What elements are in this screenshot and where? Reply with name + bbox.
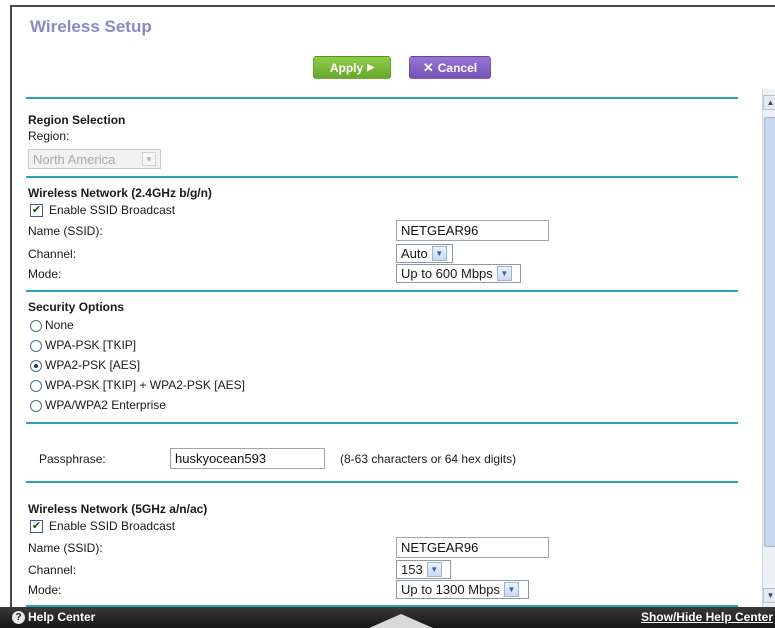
wireless24-heading: Wireless Network (2.4GHz b/g/n) bbox=[28, 186, 212, 200]
footer-bar: ? Help Center Show/Hide Help Center bbox=[0, 607, 775, 628]
page-title: Wireless Setup bbox=[30, 17, 152, 36]
security-option-wpa2-psk-aes[interactable]: WPA2-PSK [AES] bbox=[30, 358, 140, 372]
wireless24-mode-label: Mode: bbox=[28, 267, 62, 281]
radio-icon[interactable] bbox=[30, 319, 42, 332]
wireless5-mode-select[interactable]: Up to 1300 Mbps ▼ bbox=[396, 580, 529, 599]
option-label: WPA/WPA2 Enterprise bbox=[45, 398, 166, 412]
ssid-value: NETGEAR96 bbox=[401, 540, 479, 555]
security-option-wpa-wpa2-mixed[interactable]: WPA-PSK [TKIP] + WPA2-PSK [AES] bbox=[30, 378, 245, 392]
section-divider bbox=[26, 422, 738, 424]
security-option-none[interactable]: None bbox=[30, 318, 74, 332]
radio-icon[interactable] bbox=[30, 359, 42, 372]
passphrase-label: Passphrase: bbox=[39, 452, 106, 466]
section-divider bbox=[26, 176, 738, 178]
chevron-down-icon[interactable]: ▼ bbox=[504, 582, 520, 597]
passphrase-input[interactable]: huskyocean593 bbox=[170, 448, 325, 469]
section-divider bbox=[26, 481, 738, 483]
help-center-label: Help Center bbox=[28, 610, 96, 624]
checkbox-icon[interactable]: ✔ bbox=[30, 204, 43, 218]
cancel-label: Cancel bbox=[437, 60, 478, 75]
question-icon: ? bbox=[12, 610, 25, 624]
security-option-wpa-psk-tkip[interactable]: WPA-PSK [TKIP] bbox=[30, 338, 136, 352]
chevron-down-icon[interactable]: ▼ bbox=[496, 266, 512, 281]
wireless24-channel-select[interactable]: Auto ▼ bbox=[396, 244, 453, 263]
checkbox-icon[interactable]: ✔ bbox=[30, 520, 43, 534]
chevron-down-icon[interactable]: ▼ bbox=[426, 562, 442, 577]
passphrase-hint: (8-63 characters or 64 hex digits) bbox=[340, 452, 517, 466]
channel-value: 153 bbox=[401, 562, 423, 577]
region-label: Region: bbox=[28, 129, 70, 143]
wireless5-channel-label: Channel: bbox=[28, 563, 77, 577]
radio-icon[interactable] bbox=[30, 379, 42, 392]
wireless24-name-label: Name (SSID): bbox=[28, 224, 103, 238]
region-select: North America ▼ bbox=[28, 149, 161, 169]
option-label: WPA-PSK [TKIP] + WPA2-PSK [AES] bbox=[45, 378, 245, 392]
radio-icon[interactable] bbox=[30, 399, 42, 412]
settings-content: Region Selection Region: North America ▼… bbox=[26, 99, 738, 607]
security-option-enterprise[interactable]: WPA/WPA2 Enterprise bbox=[30, 398, 166, 412]
passphrase-value: huskyocean593 bbox=[175, 451, 267, 466]
help-center-link[interactable]: ? Help Center bbox=[12, 610, 95, 624]
wireless5-name-label: Name (SSID): bbox=[28, 541, 103, 555]
wireless5-channel-select[interactable]: 153 ▼ bbox=[396, 560, 451, 579]
wireless24-ssid-broadcast[interactable]: ✔ Enable SSID Broadcast bbox=[30, 203, 176, 218]
vertical-scrollbar[interactable]: ▲ ▼ bbox=[762, 89, 775, 607]
wireless24-mode-select[interactable]: Up to 600 Mbps ▼ bbox=[396, 264, 521, 283]
region-heading: Region Selection bbox=[28, 113, 126, 127]
play-icon: ▶ bbox=[367, 62, 375, 72]
mode-value: Up to 1300 Mbps bbox=[401, 582, 501, 597]
channel-value: Auto bbox=[401, 246, 428, 261]
section-divider bbox=[26, 290, 738, 292]
enable-ssid-label: Enable SSID Broadcast bbox=[49, 203, 176, 217]
apply-label: Apply bbox=[329, 60, 364, 75]
wireless5-ssid-input[interactable]: NETGEAR96 bbox=[396, 537, 549, 558]
apply-button[interactable]: Apply ▶ bbox=[313, 56, 391, 79]
expand-arrow-icon[interactable] bbox=[369, 614, 433, 628]
wireless5-ssid-broadcast[interactable]: ✔ Enable SSID Broadcast bbox=[30, 519, 176, 534]
show-hide-help-link[interactable]: Show/Hide Help Center bbox=[641, 610, 773, 624]
radio-icon[interactable] bbox=[30, 339, 42, 352]
chevron-down-icon: ▼ bbox=[142, 152, 156, 166]
mode-value: Up to 600 Mbps bbox=[401, 266, 493, 281]
wireless5-heading: Wireless Network (5GHz a/n/ac) bbox=[28, 502, 208, 516]
cancel-button[interactable]: ✕ Cancel bbox=[409, 56, 491, 79]
close-icon: ✕ bbox=[422, 59, 434, 75]
ssid-value: NETGEAR96 bbox=[401, 223, 479, 238]
chevron-down-icon[interactable]: ▼ bbox=[431, 246, 447, 261]
scroll-thumb[interactable] bbox=[764, 117, 775, 547]
scroll-down-icon[interactable]: ▼ bbox=[763, 588, 775, 603]
main-frame: Wireless Setup Apply ▶ ✕ Cancel Region S… bbox=[10, 5, 775, 607]
wireless5-mode-label: Mode: bbox=[28, 583, 62, 597]
security-heading: Security Options bbox=[28, 300, 125, 314]
option-label: WPA2-PSK [AES] bbox=[45, 358, 141, 372]
option-label: WPA-PSK [TKIP] bbox=[45, 338, 137, 352]
scroll-up-icon[interactable]: ▲ bbox=[763, 95, 775, 110]
region-value: North America bbox=[33, 151, 116, 167]
wireless24-channel-label: Channel: bbox=[28, 247, 77, 261]
wireless24-ssid-input[interactable]: NETGEAR96 bbox=[396, 220, 549, 241]
enable-ssid-label: Enable SSID Broadcast bbox=[49, 519, 176, 533]
option-label: None bbox=[45, 318, 74, 332]
